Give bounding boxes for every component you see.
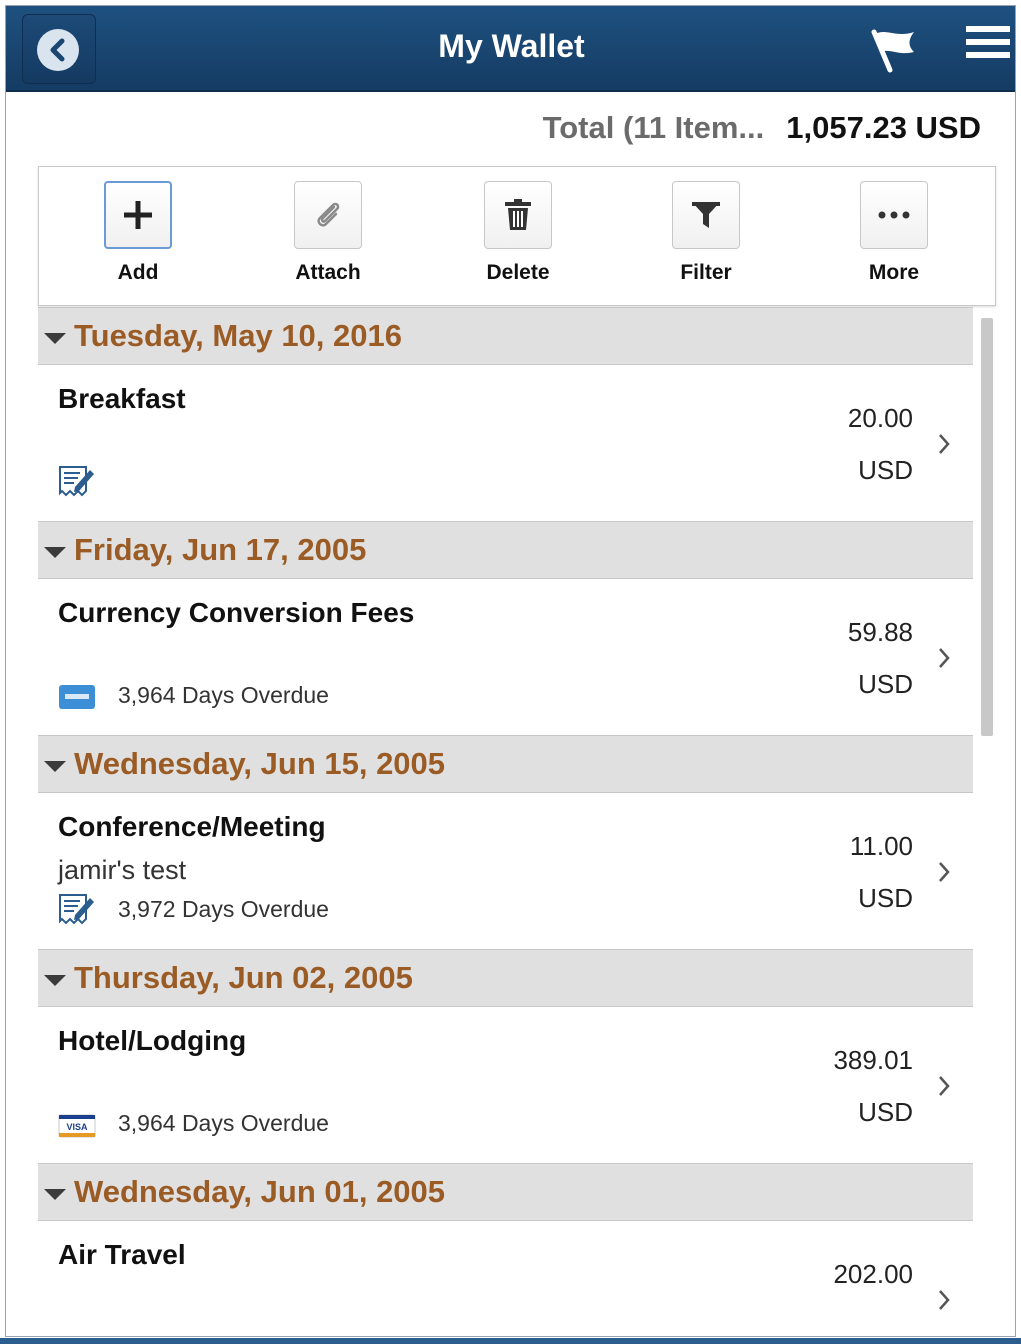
chevron-right-icon: [939, 648, 950, 668]
wallet-item[interactable]: Hotel/Lodging VISA 3,964 Days Overdue 38…: [38, 1007, 973, 1163]
visa-card-icon: VISA: [58, 1107, 96, 1141]
date-group-header[interactable]: Wednesday, Jun 15, 2005: [38, 735, 973, 793]
filter-button[interactable]: Filter: [651, 181, 761, 285]
caret-down-icon: [44, 974, 66, 986]
bottom-edge-bar: [0, 1338, 1021, 1344]
header-bar: My Wallet: [6, 6, 1015, 92]
date-group-header[interactable]: Friday, Jun 17, 2005: [38, 521, 973, 579]
wallet-item[interactable]: Air Travel 202.00: [38, 1221, 973, 1336]
group-date: Thursday, Jun 02, 2005: [74, 960, 413, 995]
attach-button[interactable]: Attach: [273, 181, 383, 285]
wallet-item[interactable]: Conference/Meeting jamir's test 3,972 Da…: [38, 793, 973, 949]
item-amount: 11.00: [849, 831, 913, 861]
overdue-status: 3,972 Days Overdue: [118, 896, 329, 922]
group-date: Tuesday, May 10, 2016: [74, 318, 402, 353]
total-label: Total (11 Item...: [542, 110, 765, 145]
ellipsis-icon: [860, 181, 928, 249]
caret-down-icon: [44, 1188, 66, 1200]
paperclip-icon: [294, 181, 362, 249]
trash-icon: [484, 181, 552, 249]
add-button[interactable]: Add: [83, 181, 193, 285]
item-currency: USD: [858, 455, 913, 485]
delete-label: Delete: [486, 261, 550, 284]
page-title: My Wallet: [438, 28, 585, 64]
item-name: Conference/Meeting: [58, 811, 326, 842]
wallet-list: Tuesday, May 10, 2016 Breakfast 20.00 US…: [38, 307, 973, 1336]
item-amount: 20.00: [847, 403, 913, 433]
list-scrollbar[interactable]: [981, 318, 993, 736]
item-currency: USD: [858, 1097, 913, 1127]
caret-down-icon: [44, 760, 66, 772]
item-name: Currency Conversion Fees: [58, 597, 415, 628]
date-group-header[interactable]: Wednesday, Jun 01, 2005: [38, 1163, 973, 1221]
item-currency: USD: [858, 669, 913, 699]
caret-down-icon: [44, 332, 66, 344]
receipt-edit-icon: [58, 893, 96, 927]
chevron-right-icon: [939, 1290, 950, 1310]
chevron-right-icon: [939, 434, 950, 454]
wallet-item[interactable]: Breakfast 20.00 USD: [38, 365, 973, 521]
action-toolbar: Add Attach Delete Filter More: [38, 166, 996, 306]
group-date: Friday, Jun 17, 2005: [74, 532, 367, 567]
overdue-status: 3,964 Days Overdue: [118, 682, 329, 708]
more-label: More: [868, 261, 920, 284]
amex-card-icon: [58, 679, 96, 713]
total-value: 1,057.23 USD: [786, 110, 981, 145]
hamburger-menu-icon[interactable]: [966, 26, 1010, 66]
item-amount: 202.00: [833, 1259, 913, 1289]
filter-label: Filter: [680, 261, 732, 284]
app-frame: My Wallet Total (11 Item... 1,057.23 USD…: [5, 5, 1016, 1337]
item-name: Hotel/Lodging: [58, 1025, 247, 1056]
item-name: Air Travel: [58, 1239, 186, 1270]
chevron-right-icon: [939, 1076, 950, 1096]
flag-icon[interactable]: [868, 26, 920, 74]
svg-text:VISA: VISA: [66, 1122, 88, 1132]
item-currency: USD: [858, 883, 913, 913]
add-label: Add: [117, 261, 159, 284]
date-group-header[interactable]: Tuesday, May 10, 2016: [38, 307, 973, 365]
item-amount: 59.88: [847, 617, 913, 647]
more-button[interactable]: More: [839, 181, 949, 285]
plus-icon: [104, 181, 172, 249]
total-summary: Total (11 Item... 1,057.23 USD: [543, 110, 981, 146]
delete-button[interactable]: Delete: [463, 181, 573, 285]
filter-icon: [672, 181, 740, 249]
wallet-item[interactable]: Currency Conversion Fees 3,964 Days Over…: [38, 579, 973, 735]
group-date: Wednesday, Jun 01, 2005: [74, 1174, 446, 1209]
item-description: jamir's test: [58, 855, 187, 885]
receipt-edit-icon: [58, 465, 96, 499]
item-name: Breakfast: [58, 383, 186, 414]
chevron-right-icon: [939, 862, 950, 882]
caret-down-icon: [44, 546, 66, 558]
date-group-header[interactable]: Thursday, Jun 02, 2005: [38, 949, 973, 1007]
item-amount: 389.01: [833, 1045, 913, 1075]
overdue-status: 3,964 Days Overdue: [118, 1110, 329, 1136]
group-date: Wednesday, Jun 15, 2005: [74, 746, 446, 781]
attach-label: Attach: [295, 261, 361, 284]
